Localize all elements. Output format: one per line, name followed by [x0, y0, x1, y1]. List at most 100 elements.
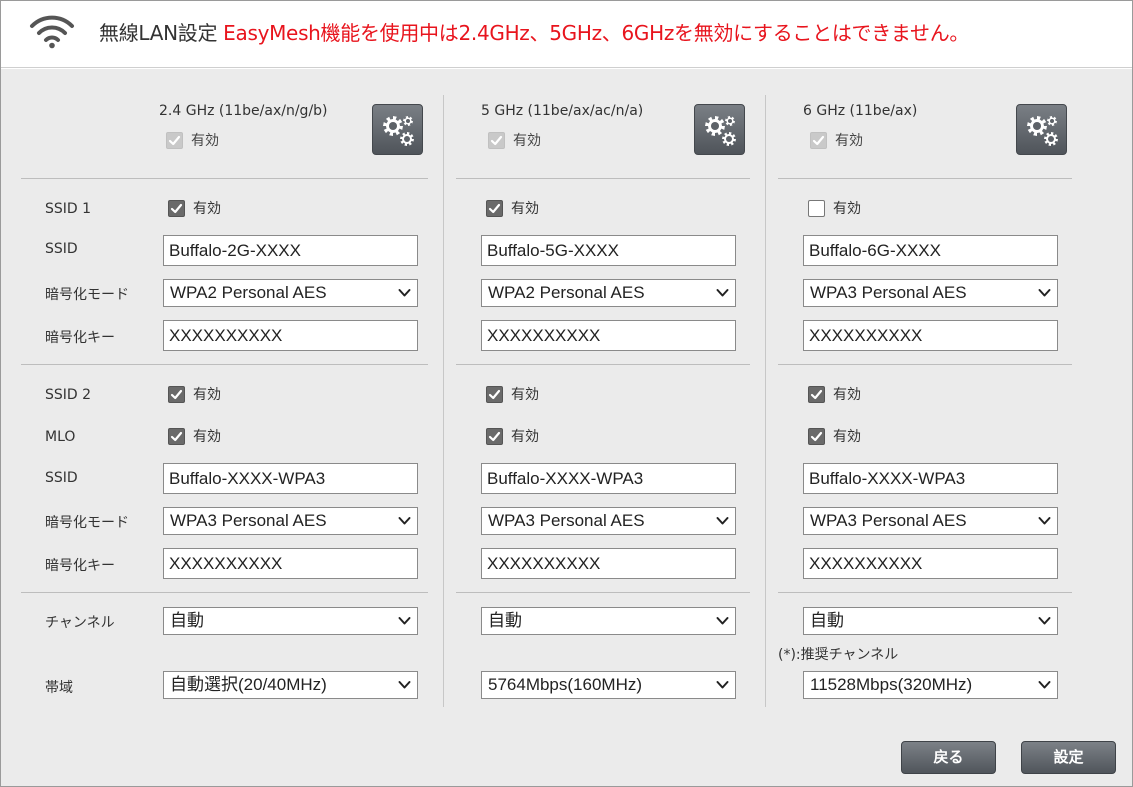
label-encryption-key: 暗号化キー	[45, 330, 115, 346]
select-value: WPA3 Personal AES	[170, 511, 327, 530]
checkbox[interactable]	[808, 427, 825, 445]
band-title: 5 GHz (11be/ax/ac/n/a)	[481, 103, 644, 119]
checkbox	[166, 131, 183, 149]
label-ssid2: SSID 2	[45, 387, 92, 403]
ssid2-enable-checkbox: 有効	[168, 384, 221, 404]
band-advanced-settings-button[interactable]	[694, 104, 745, 155]
apply-button[interactable]: 設定	[1021, 741, 1116, 774]
select-value: 自動	[170, 611, 204, 630]
band-title: 6 GHz (11be/ax)	[803, 103, 918, 119]
checkbox-label: 有効	[835, 133, 863, 149]
ssid1-enable-checkbox: 有効	[808, 198, 861, 218]
divider	[21, 178, 428, 179]
mlo-enable-checkbox: 有効	[168, 426, 221, 446]
select-value: WPA3 Personal AES	[810, 511, 967, 530]
checkbox-label: 有効	[511, 387, 539, 403]
page-title: 無線LAN設定 EasyMesh機能を使用中は2.4GHz、5GHz、6GHzを無…	[99, 17, 969, 46]
chevron-down-icon	[716, 617, 729, 625]
checkbox-label: 有効	[511, 201, 539, 217]
checkbox[interactable]	[486, 385, 503, 403]
ssid1-name-input[interactable]: Buffalo-6G-XXXX	[803, 235, 1058, 266]
checkbox-label: 有効	[513, 133, 541, 149]
select-value: WPA2 Personal AES	[170, 283, 327, 302]
channel-select[interactable]: 自動	[163, 607, 418, 635]
chevron-down-icon	[716, 517, 729, 525]
ssid2-name-input[interactable]: Buffalo-XXXX-WPA3	[803, 463, 1058, 494]
select-value: WPA2 Personal AES	[488, 283, 645, 302]
ssid2-encryption-key-input[interactable]: XXXXXXXXXX	[163, 548, 418, 579]
ssid2-encryption-key-input[interactable]: XXXXXXXXXX	[481, 548, 736, 579]
band-advanced-settings-button[interactable]	[1016, 104, 1067, 155]
chevron-down-icon	[1038, 517, 1051, 525]
ssid2-name-input[interactable]: Buffalo-XXXX-WPA3	[163, 463, 418, 494]
checkbox[interactable]	[486, 199, 503, 217]
select-value: 自動選択(20/40MHz)	[170, 675, 327, 694]
divider	[21, 592, 428, 593]
label-encryption-mode: 暗号化モード	[45, 287, 129, 303]
bandwidth-select[interactable]: 自動選択(20/40MHz)	[163, 671, 418, 699]
divider	[778, 364, 1072, 365]
label-ssid: SSID	[45, 470, 78, 486]
chevron-down-icon	[716, 681, 729, 689]
ssid2-enable-checkbox: 有効	[808, 384, 861, 404]
chevron-down-icon	[1038, 289, 1051, 297]
bandwidth-select[interactable]: 5764Mbps(160MHz)	[481, 671, 736, 699]
label-ssid: SSID	[45, 241, 78, 257]
divider	[21, 364, 428, 365]
recommended-channel-note: (*):推奨チャンネル	[778, 647, 899, 663]
checkbox-label: 有効	[833, 201, 861, 217]
band-enable-checkbox: 有効	[488, 130, 541, 150]
ssid2-encryption-mode-select[interactable]: WPA3 Personal AES	[803, 507, 1058, 535]
ssid1-encryption-key-input[interactable]: XXXXXXXXXX	[481, 320, 736, 351]
chevron-down-icon	[1038, 617, 1051, 625]
checkbox[interactable]	[808, 199, 825, 217]
ssid2-encryption-key-input[interactable]: XXXXXXXXXX	[803, 548, 1058, 579]
select-value: 自動	[488, 611, 522, 630]
checkbox[interactable]	[808, 385, 825, 403]
gear-settings-icon	[705, 116, 736, 146]
band-enable-checkbox: 有効	[810, 130, 863, 150]
checkbox-label: 有効	[193, 387, 221, 403]
mlo-enable-checkbox: 有効	[486, 426, 539, 446]
chevron-down-icon	[1038, 681, 1051, 689]
divider	[778, 178, 1072, 179]
ssid1-name-input[interactable]: Buffalo-2G-XXXX	[163, 235, 418, 266]
ssid1-encryption-mode-select[interactable]: WPA3 Personal AES	[803, 279, 1058, 307]
checkbox[interactable]	[168, 199, 185, 217]
label-encryption-mode: 暗号化モード	[45, 515, 129, 531]
bandwidth-select[interactable]: 11528Mbps(320MHz)	[803, 671, 1058, 699]
gear-settings-icon	[1027, 116, 1058, 146]
label-bandwidth: 帯域	[45, 680, 73, 696]
chevron-down-icon	[398, 617, 411, 625]
checkbox-label: 有効	[833, 429, 861, 445]
wifi-icon	[30, 15, 74, 49]
checkbox	[810, 131, 827, 149]
ssid2-encryption-mode-select[interactable]: WPA3 Personal AES	[163, 507, 418, 535]
checkbox-label: 有効	[193, 201, 221, 217]
ssid1-encryption-mode-select[interactable]: WPA2 Personal AES	[163, 279, 418, 307]
chevron-down-icon	[398, 517, 411, 525]
mlo-enable-checkbox: 有効	[808, 426, 861, 446]
ssid2-encryption-mode-select[interactable]: WPA3 Personal AES	[481, 507, 736, 535]
ssid1-encryption-key-input[interactable]: XXXXXXXXXX	[803, 320, 1058, 351]
channel-select[interactable]: 自動	[803, 607, 1058, 635]
ssid1-encryption-mode-select[interactable]: WPA2 Personal AES	[481, 279, 736, 307]
label-encryption-key: 暗号化キー	[45, 558, 115, 574]
select-value: 5764Mbps(160MHz)	[488, 675, 643, 694]
checkbox[interactable]	[168, 385, 185, 403]
ssid1-name-input[interactable]: Buffalo-5G-XXXX	[481, 235, 736, 266]
checkbox[interactable]	[168, 427, 185, 445]
chevron-down-icon	[398, 289, 411, 297]
checkbox[interactable]	[486, 427, 503, 445]
chevron-down-icon	[398, 681, 411, 689]
gear-settings-icon	[383, 116, 414, 146]
select-value: WPA3 Personal AES	[488, 511, 645, 530]
band-enable-checkbox: 有効	[166, 130, 219, 150]
ssid1-encryption-key-input[interactable]: XXXXXXXXXX	[163, 320, 418, 351]
back-button[interactable]: 戻る	[901, 741, 996, 774]
select-value: 自動	[810, 611, 844, 630]
band-advanced-settings-button[interactable]	[372, 104, 423, 155]
channel-select[interactable]: 自動	[481, 607, 736, 635]
column-separator	[765, 95, 766, 707]
ssid2-name-input[interactable]: Buffalo-XXXX-WPA3	[481, 463, 736, 494]
